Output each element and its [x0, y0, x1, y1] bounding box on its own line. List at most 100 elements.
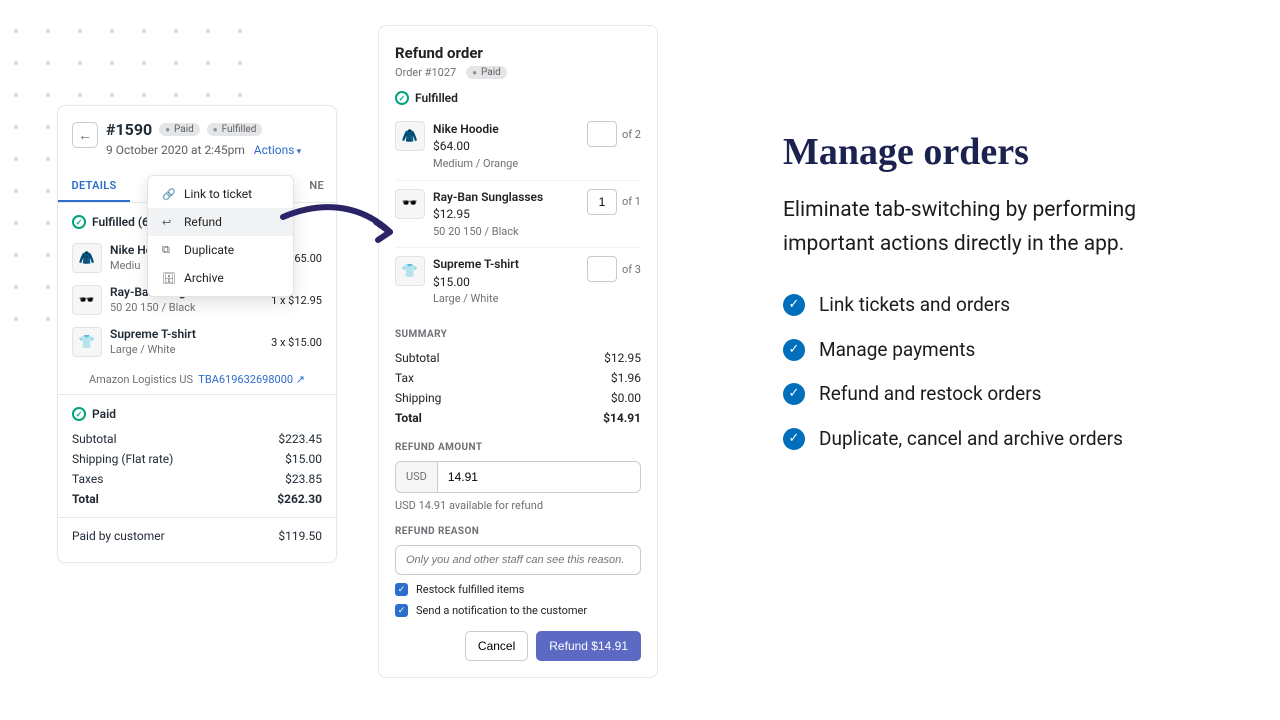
- dropdown-label: Refund: [184, 215, 222, 229]
- arrow-left-icon: ←: [78, 127, 92, 144]
- tax-value: $1.96: [611, 371, 641, 385]
- refund-item: 👕 Supreme T-shirt $15.00 Large / White o…: [395, 248, 641, 315]
- refund-icon: ↩: [162, 216, 174, 229]
- taxes-value: $23.85: [285, 472, 322, 486]
- item-price: $12.95: [433, 206, 579, 223]
- marketing-subtitle: Eliminate tab-switching by performing im…: [783, 194, 1163, 261]
- refund-order-label: Order #1027: [395, 66, 456, 79]
- refund-reason-input[interactable]: [395, 545, 641, 575]
- feature-item: ✓ Manage payments: [783, 336, 1163, 365]
- item-qty-price: 65.00: [294, 252, 322, 265]
- tab-details[interactable]: DETAILS: [58, 171, 130, 202]
- restock-checkbox-row[interactable]: ✓ Restock fulfilled items: [395, 583, 641, 596]
- feature-label: Link tickets and orders: [819, 291, 1010, 320]
- qty-input[interactable]: [587, 256, 617, 282]
- flow-arrow-icon: [278, 192, 408, 252]
- qty-of: of 3: [622, 263, 641, 276]
- notify-checkbox-row[interactable]: ✓ Send a notification to the customer: [395, 604, 641, 617]
- product-thumb: 👕: [72, 327, 102, 357]
- item-variant: Medium / Orange: [433, 156, 579, 172]
- item-name: Nike Hoodie: [433, 121, 579, 138]
- tax-label: Tax: [395, 371, 414, 385]
- subtotal-label: Subtotal: [395, 351, 440, 365]
- actions-dropdown-trigger[interactable]: Actions: [254, 143, 301, 157]
- restock-label: Restock fulfilled items: [416, 583, 524, 596]
- refund-amount-input[interactable]: [438, 462, 640, 492]
- actions-dropdown: 🔗 Link to ticket ↩ Refund ⧉ Duplicate 🗄 …: [147, 175, 294, 297]
- item-variant: Large / White: [433, 291, 579, 307]
- product-thumb: 🕶️: [72, 285, 102, 315]
- marketing-section: Manage orders Eliminate tab-switching by…: [783, 130, 1163, 469]
- feature-label: Manage payments: [819, 336, 975, 365]
- checkbox-icon: ✓: [395, 583, 408, 596]
- order-card: ← #1590 Paid Fulfilled 9 October 2020 at…: [57, 105, 337, 563]
- marketing-title: Manage orders: [783, 130, 1163, 174]
- subtotal-value: $12.95: [604, 351, 641, 365]
- check-icon: ✓: [783, 294, 805, 316]
- refund-fulfilled-header: ✓ Fulfilled: [395, 91, 641, 105]
- shipping-value: $0.00: [611, 391, 641, 405]
- currency-label: USD: [396, 462, 438, 492]
- check-icon: ✓: [783, 383, 805, 405]
- notify-label: Send a notification to the customer: [416, 604, 587, 617]
- feature-label: Refund and restock orders: [819, 380, 1041, 409]
- product-thumb: 👕: [395, 256, 425, 286]
- feature-item: ✓ Duplicate, cancel and archive orders: [783, 425, 1163, 454]
- item-variant: 50 20 150 / Black: [433, 224, 579, 240]
- dropdown-item-refund[interactable]: ↩ Refund: [148, 208, 293, 236]
- item-name: Ray-Ban Sunglasses: [433, 189, 579, 206]
- total-label: Total: [72, 492, 99, 506]
- checkbox-icon: ✓: [395, 604, 408, 617]
- refund-button[interactable]: Refund $14.91: [536, 631, 641, 661]
- total-value: $14.91: [603, 411, 641, 425]
- feature-label: Duplicate, cancel and archive orders: [819, 425, 1123, 454]
- fulfilled-count: Fulfilled (6): [92, 215, 153, 229]
- refund-item: 🧥 Nike Hoodie $64.00 Medium / Orange of …: [395, 113, 641, 181]
- item-qty-price: 3 x $15.00: [271, 336, 322, 349]
- back-button[interactable]: ←: [72, 122, 98, 148]
- tracking-link[interactable]: TBA619632698000 ↗: [198, 373, 305, 386]
- refund-panel: Refund order Order #1027 Paid ✓ Fulfille…: [378, 25, 658, 678]
- order-number: #1590: [106, 120, 152, 139]
- total-label: Total: [395, 411, 422, 425]
- cancel-button[interactable]: Cancel: [465, 631, 528, 661]
- refund-available-hint: USD 14.91 available for refund: [395, 499, 641, 512]
- shipping-label: Shipping: [395, 391, 441, 405]
- refund-amount-input-wrap: USD: [395, 461, 641, 493]
- product-thumb: 🧥: [395, 121, 425, 151]
- taxes-label: Taxes: [72, 472, 103, 486]
- paid-badge: Paid: [159, 123, 200, 136]
- feature-item: ✓ Refund and restock orders: [783, 380, 1163, 409]
- link-icon: 🔗: [162, 188, 174, 201]
- total-value: $262.30: [277, 492, 322, 506]
- paid-by-label: Paid by customer: [72, 529, 165, 543]
- duplicate-icon: ⧉: [162, 243, 174, 257]
- paid-section-header: ✓ Paid: [72, 407, 322, 421]
- fulfilled-badge: Fulfilled: [207, 123, 263, 136]
- shipping-value: $15.00: [285, 452, 322, 466]
- reason-header: REFUND REASON: [395, 526, 641, 537]
- check-circle-icon: ✓: [72, 215, 86, 229]
- paid-label: Paid: [92, 407, 116, 421]
- refund-title: Refund order: [395, 44, 641, 62]
- dropdown-label: Link to ticket: [184, 187, 252, 201]
- amount-header: REFUND AMOUNT: [395, 442, 641, 453]
- paid-badge: Paid: [466, 66, 507, 79]
- qty-input[interactable]: [587, 189, 617, 215]
- order-date: 9 October 2020 at 2:45pm: [106, 143, 245, 157]
- list-item: 👕 Supreme T-shirt Large / White 3 x $15.…: [72, 321, 322, 363]
- dropdown-item-link-ticket[interactable]: 🔗 Link to ticket: [148, 180, 293, 208]
- qty-of: of 1: [622, 195, 641, 208]
- dropdown-item-archive[interactable]: 🗄 Archive: [148, 264, 293, 292]
- qty-input[interactable]: [587, 121, 617, 147]
- check-icon: ✓: [783, 428, 805, 450]
- item-name: Supreme T-shirt: [433, 256, 579, 273]
- check-circle-icon: ✓: [72, 407, 86, 421]
- subtotal-value: $223.45: [278, 432, 322, 446]
- check-circle-icon: ✓: [395, 91, 409, 105]
- refund-item: 🕶️ Ray-Ban Sunglasses $12.95 50 20 150 /…: [395, 181, 641, 249]
- dropdown-item-duplicate[interactable]: ⧉ Duplicate: [148, 236, 293, 264]
- paid-by-value: $119.50: [278, 529, 322, 543]
- qty-of: of 2: [622, 128, 641, 141]
- subtotal-label: Subtotal: [72, 432, 117, 446]
